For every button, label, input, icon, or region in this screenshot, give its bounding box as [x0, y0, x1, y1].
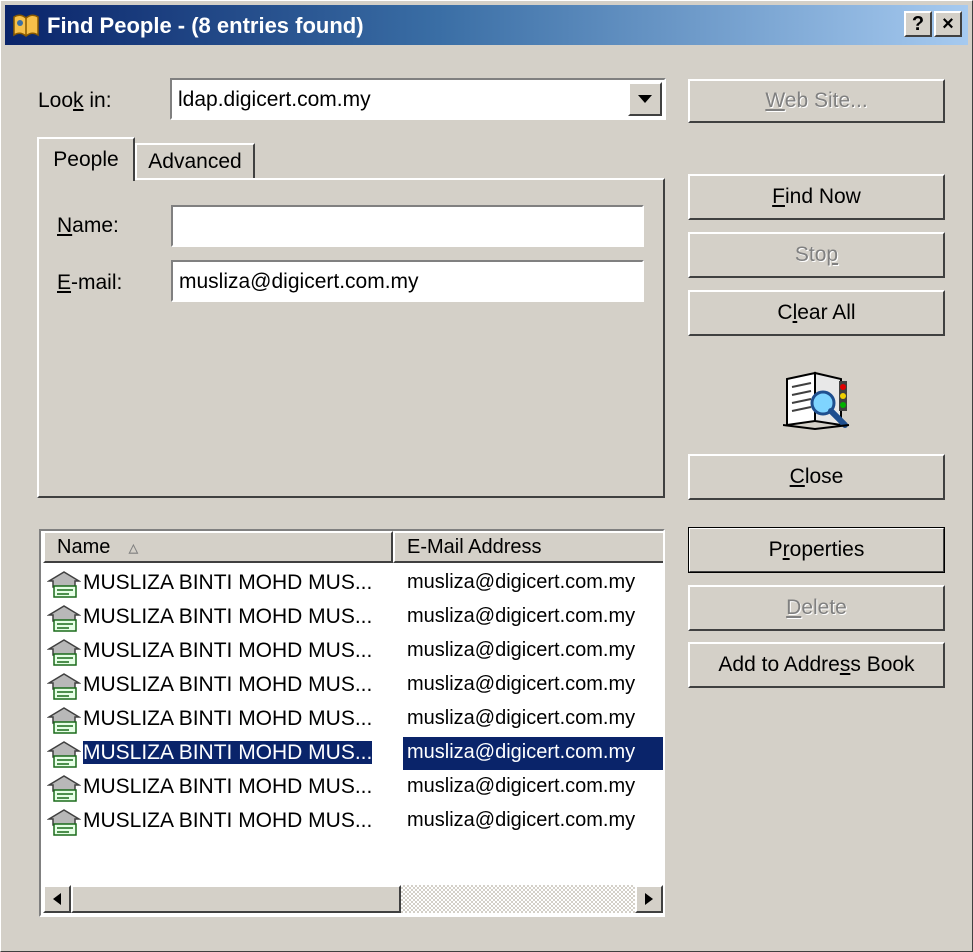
delete-button[interactable]: Delete [688, 585, 945, 631]
sort-ascending-icon: ▵ [128, 536, 139, 559]
row-email: musliza@digicert.com.my [407, 639, 636, 661]
row-email: musliza@digicert.com.my [403, 737, 663, 770]
add-to-address-book-button[interactable]: Add to Address Book [688, 642, 945, 688]
table-row[interactable]: MUSLIZA BINTI MOHD MUS... musliza@digicer… [43, 771, 663, 804]
table-row[interactable]: MUSLIZA BINTI MOHD MUS... musliza@digicer… [43, 703, 663, 736]
stop-button[interactable]: Stop [688, 232, 945, 278]
column-header-email[interactable]: E-Mail Address [393, 531, 663, 563]
email-input[interactable]: musliza@digicert.com.my [171, 260, 644, 302]
row-name: MUSLIZA BINTI MOHD MUS... [83, 673, 373, 696]
scroll-thumb[interactable] [71, 885, 401, 913]
person-card-icon [46, 603, 82, 633]
dropdown-arrow-button[interactable] [628, 82, 662, 116]
row-email: musliza@digicert.com.my [407, 775, 636, 797]
row-name: MUSLIZA BINTI MOHD MUS... [83, 571, 373, 594]
person-card-icon [46, 671, 82, 701]
clear-all-button[interactable]: Clear All [688, 290, 945, 336]
address-book-icon [13, 14, 39, 37]
window-title: Find People - (8 entries found) [47, 13, 364, 38]
table-row[interactable]: MUSLIZA BINTI MOHD MUS... musliza@digicer… [43, 635, 663, 668]
arrow-left-icon [53, 893, 61, 905]
column-header-name-label: Name [57, 535, 111, 558]
tab-advanced-label: Advanced [148, 150, 242, 173]
table-row[interactable]: MUSLIZA BINTI MOHD MUS... musliza@digicer… [43, 669, 663, 702]
row-name: MUSLIZA BINTI MOHD MUS... [83, 809, 373, 832]
name-input[interactable] [171, 205, 644, 247]
web-site-button[interactable]: Web Site... [688, 79, 945, 123]
search-book-icon [783, 371, 850, 431]
row-email: musliza@digicert.com.my [407, 809, 636, 831]
properties-button[interactable]: Properties [688, 527, 945, 573]
table-row[interactable]: MUSLIZA BINTI MOHD MUS... musliza@digicer… [43, 567, 663, 600]
person-card-icon [46, 739, 82, 769]
find-now-button[interactable]: Find Now [688, 174, 945, 220]
close-button[interactable]: Close [688, 454, 945, 500]
email-label: E-mail: [57, 271, 123, 294]
row-name: MUSLIZA BINTI MOHD MUS... [83, 775, 373, 798]
row-name: MUSLIZA BINTI MOHD MUS... [83, 605, 373, 628]
look-in-label: Look in: [38, 89, 112, 112]
horizontal-scrollbar[interactable] [43, 885, 663, 913]
close-window-button[interactable]: × [934, 11, 962, 37]
help-button[interactable]: ? [904, 11, 932, 37]
person-card-icon [46, 569, 82, 599]
look-in-value: ldap.digicert.com.my [178, 88, 371, 111]
scroll-right-button[interactable] [635, 885, 663, 913]
name-label: Name: [57, 214, 119, 237]
person-card-icon [46, 807, 82, 837]
table-row[interactable]: MUSLIZA BINTI MOHD MUS... musliza@digicer… [43, 601, 663, 634]
email-input-value: musliza@digicert.com.my [179, 270, 419, 293]
row-name: MUSLIZA BINTI MOHD MUS... [83, 639, 373, 662]
find-people-window: Find People - (8 entries found) ? × Look… [0, 0, 973, 952]
tab-people-label: People [53, 148, 119, 171]
column-header-email-label: E-Mail Address [407, 535, 542, 558]
scroll-left-button[interactable] [43, 885, 71, 913]
column-header-name[interactable]: Name ▵ [43, 531, 393, 563]
row-name: MUSLIZA BINTI MOHD MUS... [83, 741, 373, 764]
row-email: musliza@digicert.com.my [407, 571, 636, 593]
chevron-down-icon [638, 95, 652, 103]
person-card-icon [46, 637, 82, 667]
arrow-right-icon [645, 893, 653, 905]
look-in-dropdown[interactable]: ldap.digicert.com.my [170, 78, 666, 120]
row-email: musliza@digicert.com.my [407, 707, 636, 729]
tab-advanced[interactable]: Advanced [135, 143, 255, 179]
row-email: musliza@digicert.com.my [407, 605, 636, 627]
title-bar[interactable]: Find People - (8 entries found) ? × [5, 5, 968, 45]
table-row[interactable]: MUSLIZA BINTI MOHD MUS... musliza@digicer… [43, 737, 663, 770]
row-email: musliza@digicert.com.my [407, 673, 636, 695]
person-card-icon [46, 773, 82, 803]
row-name: MUSLIZA BINTI MOHD MUS... [83, 707, 373, 730]
table-row[interactable]: MUSLIZA BINTI MOHD MUS... musliza@digicer… [43, 805, 663, 838]
person-card-icon [46, 705, 82, 735]
tab-people[interactable]: People [37, 137, 135, 181]
results-list[interactable]: Name ▵ E-Mail Address MUSLIZA BINTI MOHD… [39, 529, 665, 917]
